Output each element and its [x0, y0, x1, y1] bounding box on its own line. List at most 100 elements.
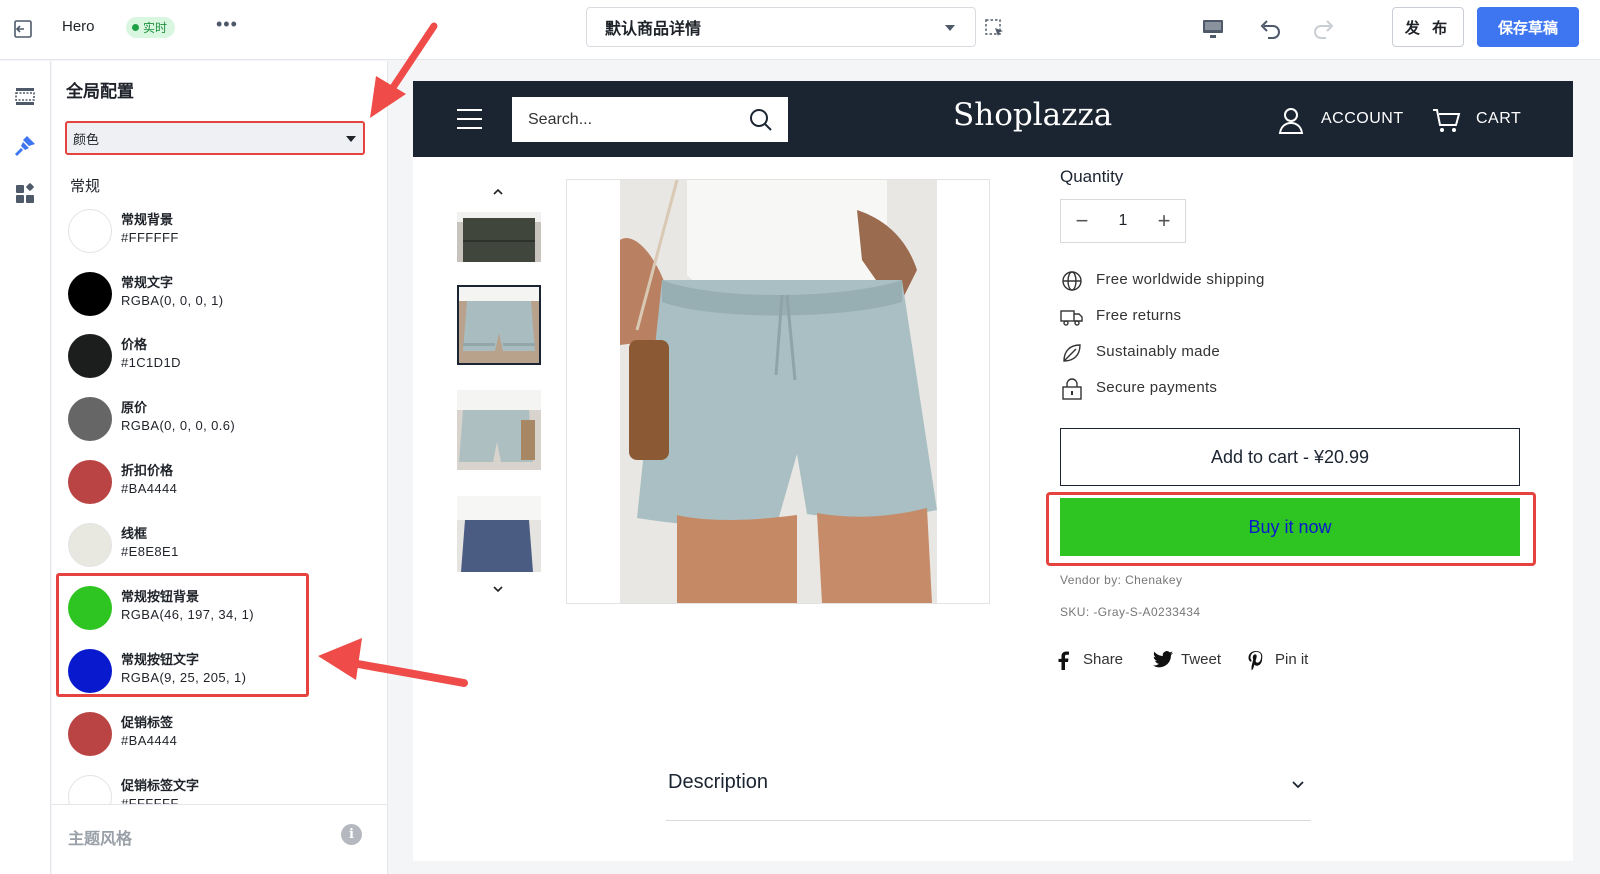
- theme-name: Hero: [62, 18, 95, 35]
- color-swatch[interactable]: [68, 209, 112, 253]
- main-product-image[interactable]: [566, 179, 990, 605]
- page-template-value: 默认商品详情: [605, 21, 702, 38]
- select-element-icon[interactable]: [980, 14, 1010, 44]
- store-logo[interactable]: Shoplazza: [953, 97, 1112, 133]
- color-setting-row[interactable]: 线框 #E8E8E1: [68, 517, 368, 573]
- color-name: 常规背景: [121, 212, 174, 227]
- redo-icon[interactable]: [1309, 14, 1339, 44]
- thumb-down-chevron-icon[interactable]: [491, 582, 505, 596]
- pin-label: Pin it: [1275, 651, 1309, 668]
- color-swatch[interactable]: [68, 397, 112, 441]
- left-rail: [0, 61, 51, 874]
- color-value: RGBA(0, 0, 0, 1): [121, 293, 224, 308]
- color-name: 价格: [121, 337, 148, 352]
- save-draft-button[interactable]: 保存草稿: [1477, 7, 1579, 47]
- feature-label: Secure payments: [1096, 379, 1218, 396]
- account-icon[interactable]: [1276, 105, 1306, 135]
- apps-icon[interactable]: [8, 177, 42, 211]
- color-name: 常规文字: [121, 275, 174, 290]
- color-swatch[interactable]: [68, 272, 112, 316]
- color-value: #BA4444: [121, 481, 178, 496]
- config-section-select[interactable]: 颜色: [65, 121, 365, 155]
- quantity-label: Quantity: [1060, 167, 1124, 186]
- color-value: #1C1D1D: [121, 355, 181, 370]
- quantity-stepper[interactable]: − 1 +: [1060, 199, 1186, 243]
- tweet-label: Tweet: [1181, 651, 1222, 668]
- thumbnail-blue-shorts[interactable]: [457, 496, 541, 572]
- color-name: 促销标签文字: [121, 778, 200, 793]
- cart-icon[interactable]: [1431, 107, 1461, 135]
- color-swatch[interactable]: [68, 460, 112, 504]
- sections-icon[interactable]: [8, 79, 42, 113]
- lock-icon: [1062, 378, 1082, 400]
- color-value: #FFFFFF: [121, 230, 179, 245]
- globe-icon: [1062, 271, 1082, 291]
- color-setting-row[interactable]: 常规背景 #FFFFFF: [68, 203, 368, 259]
- desktop-preview-icon[interactable]: [1198, 14, 1228, 44]
- cart-link[interactable]: CART: [1476, 110, 1521, 128]
- twitter-icon: [1153, 651, 1173, 668]
- undo-icon[interactable]: [1255, 14, 1285, 44]
- theme-style-section[interactable]: 主题风格 i: [52, 804, 387, 874]
- chevron-down-icon: [945, 25, 955, 31]
- search-icon[interactable]: [748, 107, 774, 133]
- more-options-button[interactable]: •••: [216, 14, 238, 35]
- chevron-down-icon: [1292, 781, 1304, 789]
- thumb-up-chevron-icon[interactable]: [491, 185, 505, 199]
- exit-icon[interactable]: [10, 16, 36, 42]
- product-photo: [567, 179, 989, 605]
- menu-icon[interactable]: [457, 109, 482, 129]
- theme-settings-brush-icon[interactable]: [8, 129, 42, 163]
- description-label: Description: [668, 771, 769, 793]
- search-placeholder: Search...: [528, 110, 593, 128]
- store-header: Search... Shoplazza ACCOUNT CART: [413, 81, 1573, 157]
- truck-icon: [1060, 310, 1083, 326]
- color-swatch[interactable]: [68, 334, 112, 378]
- global-config-panel: 全局配置 颜色 常规 常规背景 #FFFFFF 常规文字 RGBA(0, 0, 0, …: [52, 61, 388, 874]
- quantity-decrease-button[interactable]: −: [1067, 206, 1097, 236]
- color-setting-row[interactable]: 原价 RGBA(0, 0, 0, 0.6): [68, 391, 368, 447]
- group-label: 常规: [70, 178, 101, 195]
- add-to-cart-button[interactable]: Add to cart - ¥20.99: [1060, 428, 1520, 486]
- publish-button[interactable]: 发 布: [1392, 7, 1464, 47]
- color-value: #BA4444: [121, 733, 178, 748]
- color-setting-row[interactable]: 折扣价格 #BA4444: [68, 454, 368, 510]
- color-setting-row[interactable]: 价格 #1C1D1D: [68, 328, 368, 384]
- thumbnail-gray-shorts[interactable]: [457, 285, 541, 365]
- thumbnail-dark-shorts[interactable]: [457, 212, 541, 262]
- feature-label: Free worldwide shipping: [1096, 271, 1265, 288]
- description-accordion[interactable]: Description: [666, 771, 1311, 821]
- sku-text: SKU: -Gray-S-A0233434: [1060, 605, 1201, 619]
- thumbnail-gray-shorts-side[interactable]: [457, 390, 541, 470]
- color-name: 原价: [121, 400, 148, 415]
- color-value: RGBA(0, 0, 0, 0.6): [121, 418, 236, 433]
- color-name: 线框: [121, 526, 148, 541]
- live-badge-label: 实时: [143, 21, 168, 35]
- feature-label: Free returns: [1096, 307, 1182, 324]
- buy-now-button[interactable]: Buy it now: [1060, 498, 1520, 556]
- panel-title: 全局配置: [66, 82, 134, 101]
- color-setting-row[interactable]: 常规文字 RGBA(0, 0, 0, 1): [68, 266, 368, 322]
- live-status-badge: 实时: [126, 17, 176, 38]
- leaf-icon: [1063, 344, 1081, 362]
- color-name: 促销标签: [121, 715, 174, 730]
- color-value: #E8E8E1: [121, 544, 179, 559]
- quantity-increase-button[interactable]: +: [1149, 206, 1179, 236]
- info-icon[interactable]: i: [341, 824, 362, 845]
- quantity-value[interactable]: 1: [1103, 212, 1143, 230]
- color-name: 折扣价格: [121, 463, 174, 478]
- feature-label: Sustainably made: [1096, 343, 1221, 360]
- store-search-input[interactable]: Search...: [512, 97, 788, 142]
- chevron-down-icon: [346, 136, 356, 142]
- page-template-select[interactable]: 默认商品详情: [586, 7, 976, 47]
- button-colors-highlight: [56, 573, 309, 697]
- store-preview: Search... Shoplazza ACCOUNT CART Quantit…: [413, 81, 1573, 861]
- color-setting-row[interactable]: 促销标签 #BA4444: [68, 706, 368, 762]
- vendor-text: Vendor by: Chenakey: [1060, 573, 1183, 587]
- pinterest-icon: [1248, 651, 1263, 671]
- top-toolbar: Hero 实时 ••• 默认商品详情 发 布 保存草稿: [0, 0, 1600, 60]
- account-link[interactable]: ACCOUNT: [1321, 110, 1404, 128]
- live-dot-icon: [132, 24, 139, 31]
- color-swatch[interactable]: [68, 712, 112, 756]
- color-swatch[interactable]: [68, 523, 112, 567]
